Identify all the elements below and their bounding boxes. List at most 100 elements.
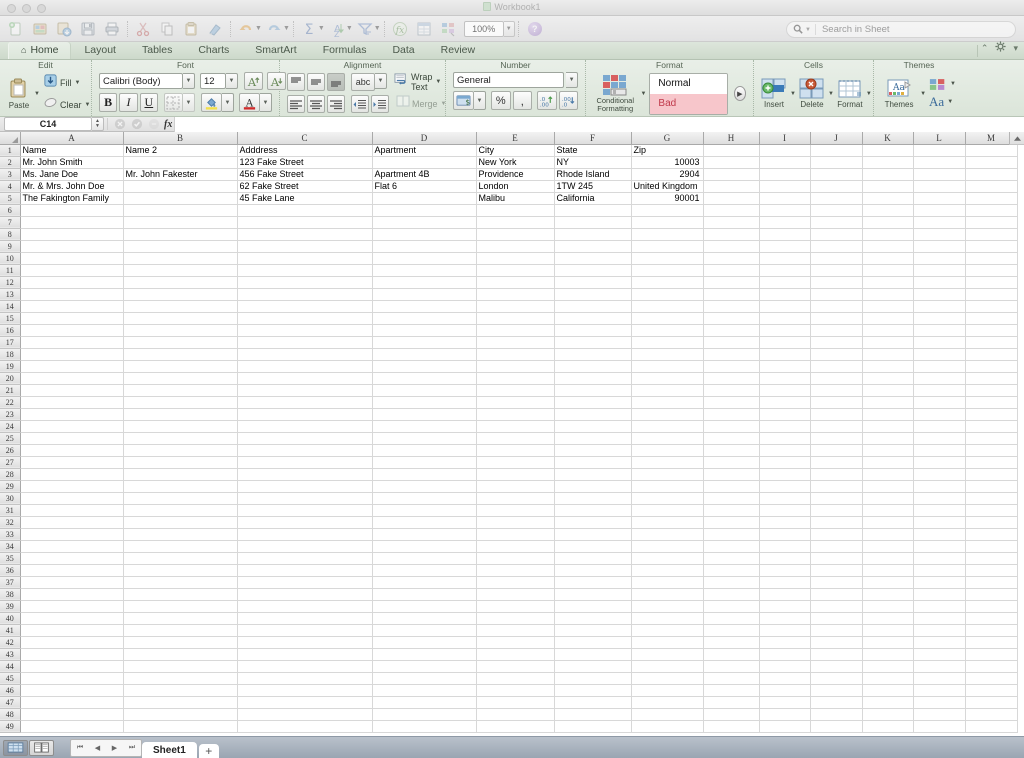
table-row[interactable]: 3 Ms. Jane Doe Mr. John Fakester 456 Fake S… bbox=[0, 168, 1018, 181]
orientation-dropdown-icon[interactable]: ▼ bbox=[375, 73, 387, 89]
cell-B34[interactable] bbox=[123, 540, 238, 553]
cell-M18[interactable] bbox=[965, 348, 1018, 361]
cell-A14[interactable] bbox=[20, 300, 124, 313]
cell-C16[interactable] bbox=[237, 324, 373, 337]
paste-button[interactable]: Paste bbox=[7, 77, 31, 110]
cell-I18[interactable] bbox=[759, 348, 811, 361]
cell-E46[interactable] bbox=[476, 684, 555, 697]
cell-E10[interactable] bbox=[476, 252, 555, 265]
copy-icon[interactable] bbox=[155, 18, 179, 40]
table-row[interactable]: 6 bbox=[0, 204, 1018, 217]
cell-C12[interactable] bbox=[237, 276, 373, 289]
formula-input[interactable] bbox=[174, 116, 1024, 132]
row-header-40[interactable]: 40 bbox=[0, 612, 21, 625]
cell-L7[interactable] bbox=[913, 216, 966, 229]
fill-dropdown-icon[interactable]: ▼ bbox=[73, 80, 81, 86]
search-scope-chevron-icon[interactable]: ▼ bbox=[805, 27, 811, 33]
cell-L12[interactable] bbox=[913, 276, 966, 289]
cell-C47[interactable] bbox=[237, 696, 373, 709]
cell-K37[interactable] bbox=[862, 576, 914, 589]
cell-D11[interactable] bbox=[372, 264, 477, 277]
cell-B13[interactable] bbox=[123, 288, 238, 301]
cell-E44[interactable] bbox=[476, 660, 555, 673]
cell-H29[interactable] bbox=[703, 480, 760, 493]
themes-button[interactable]: Aa Themes bbox=[881, 78, 917, 109]
row-header-20[interactable]: 20 bbox=[0, 372, 21, 385]
cell-A24[interactable] bbox=[20, 420, 124, 433]
cell-E34[interactable] bbox=[476, 540, 555, 553]
cell-A26[interactable] bbox=[20, 444, 124, 457]
cell-M40[interactable] bbox=[965, 612, 1018, 625]
cell-A10[interactable] bbox=[20, 252, 124, 265]
cell-F6[interactable] bbox=[554, 204, 632, 217]
cell-H6[interactable] bbox=[703, 204, 760, 217]
cell-C29[interactable] bbox=[237, 480, 373, 493]
cell-G10[interactable] bbox=[631, 252, 704, 265]
cell-K15[interactable] bbox=[862, 312, 914, 325]
cell-D8[interactable] bbox=[372, 228, 477, 241]
table-row[interactable]: 49 bbox=[0, 720, 1018, 733]
cell-A8[interactable] bbox=[20, 228, 124, 241]
cell-I12[interactable] bbox=[759, 276, 811, 289]
cell-D22[interactable] bbox=[372, 396, 477, 409]
cell-G20[interactable] bbox=[631, 372, 704, 385]
cell-G34[interactable] bbox=[631, 540, 704, 553]
cell-E12[interactable] bbox=[476, 276, 555, 289]
cell-G21[interactable] bbox=[631, 384, 704, 397]
cell-G39[interactable] bbox=[631, 600, 704, 613]
name-box[interactable]: C14 bbox=[4, 117, 92, 131]
row-header-35[interactable]: 35 bbox=[0, 552, 21, 565]
cell-E25[interactable] bbox=[476, 432, 555, 445]
table-row[interactable]: 32 bbox=[0, 516, 1018, 529]
table-row[interactable]: 14 bbox=[0, 300, 1018, 313]
cell-M42[interactable] bbox=[965, 636, 1018, 649]
row-header-5[interactable]: 5 bbox=[0, 192, 21, 205]
cell-G40[interactable] bbox=[631, 612, 704, 625]
cell-I27[interactable] bbox=[759, 456, 811, 469]
column-header-j[interactable]: J bbox=[810, 132, 863, 145]
cell-C3[interactable]: 456 Fake Street bbox=[237, 168, 373, 181]
cell-J27[interactable] bbox=[810, 456, 863, 469]
cell-J20[interactable] bbox=[810, 372, 863, 385]
column-header-d[interactable]: D bbox=[372, 132, 477, 145]
align-bottom-button[interactable] bbox=[327, 73, 345, 91]
cell-A23[interactable] bbox=[20, 408, 124, 421]
cell-B25[interactable] bbox=[123, 432, 238, 445]
cell-D41[interactable] bbox=[372, 624, 477, 637]
cell-F16[interactable] bbox=[554, 324, 632, 337]
cell-K41[interactable] bbox=[862, 624, 914, 637]
cell-J10[interactable] bbox=[810, 252, 863, 265]
table-row[interactable]: 11 bbox=[0, 264, 1018, 277]
cell-C43[interactable] bbox=[237, 648, 373, 661]
cell-I21[interactable] bbox=[759, 384, 811, 397]
cell-C8[interactable] bbox=[237, 228, 373, 241]
cell-D30[interactable] bbox=[372, 492, 477, 505]
cell-J41[interactable] bbox=[810, 624, 863, 637]
cell-L38[interactable] bbox=[913, 588, 966, 601]
font-color-dropdown-icon[interactable]: ▼ bbox=[259, 93, 272, 112]
cell-J38[interactable] bbox=[810, 588, 863, 601]
cell-M12[interactable] bbox=[965, 276, 1018, 289]
cell-A12[interactable] bbox=[20, 276, 124, 289]
cell-B38[interactable] bbox=[123, 588, 238, 601]
cell-E14[interactable] bbox=[476, 300, 555, 313]
cell-F36[interactable] bbox=[554, 564, 632, 577]
cell-E45[interactable] bbox=[476, 672, 555, 685]
cell-L8[interactable] bbox=[913, 228, 966, 241]
cell-I33[interactable] bbox=[759, 528, 811, 541]
table-row[interactable]: 5 The Fakington Family 45 Fake Lane Malibu C… bbox=[0, 192, 1018, 205]
table-row[interactable]: 38 bbox=[0, 588, 1018, 601]
cell-K45[interactable] bbox=[862, 672, 914, 685]
cell-C46[interactable] bbox=[237, 684, 373, 697]
cell-E19[interactable] bbox=[476, 360, 555, 373]
cell-L22[interactable] bbox=[913, 396, 966, 409]
cell-B31[interactable] bbox=[123, 504, 238, 517]
cell-E4[interactable]: London bbox=[476, 180, 555, 193]
cell-H22[interactable] bbox=[703, 396, 760, 409]
format-cells-dropdown-icon[interactable]: ▼ bbox=[865, 91, 873, 97]
cell-B35[interactable] bbox=[123, 552, 238, 565]
cell-H42[interactable] bbox=[703, 636, 760, 649]
cell-H38[interactable] bbox=[703, 588, 760, 601]
cell-L6[interactable] bbox=[913, 204, 966, 217]
cell-D36[interactable] bbox=[372, 564, 477, 577]
